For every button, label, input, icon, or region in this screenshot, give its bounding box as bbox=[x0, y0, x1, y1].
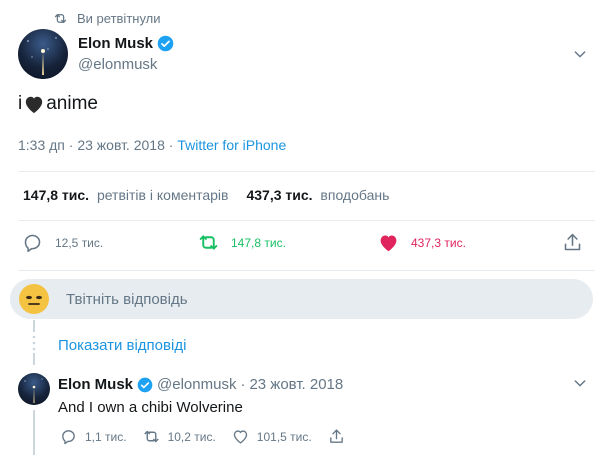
author-handle[interactable]: @elonmusk bbox=[78, 56, 174, 73]
tweet-stats: 147,8 тис. ретвітів і коментарів 437,3 т… bbox=[23, 187, 407, 203]
reply-share-button[interactable] bbox=[328, 428, 353, 445]
reply-date[interactable]: 23 жовт. 2018 bbox=[249, 376, 343, 393]
thread-dots-icon bbox=[32, 335, 36, 351]
author-name[interactable]: Elon Musk bbox=[78, 35, 153, 52]
chevron-down-icon[interactable] bbox=[572, 46, 588, 62]
verified-badge-icon bbox=[137, 377, 153, 392]
divider bbox=[18, 171, 595, 172]
tweet-text-before: i bbox=[18, 93, 23, 114]
author-name-row[interactable]: Elon Musk bbox=[78, 35, 174, 52]
retweet-icon bbox=[54, 14, 67, 23]
chevron-down-icon[interactable] bbox=[572, 375, 588, 391]
thread-line bbox=[33, 353, 35, 365]
reply-icon bbox=[24, 234, 41, 253]
tweet-text: i anime bbox=[18, 93, 98, 115]
user-avatar bbox=[19, 284, 49, 314]
show-replies-link[interactable]: Показати відповіді bbox=[58, 337, 186, 354]
reply-retweet-button[interactable]: 10,2 тис. bbox=[143, 428, 216, 445]
tweet-timestamp[interactable]: 1:33 дп · 23 жовт. 2018 bbox=[18, 137, 165, 153]
tweet-meta: 1:33 дп · 23 жовт. 2018 · Twitter for iP… bbox=[18, 137, 286, 153]
like-count: 437,3 тис. bbox=[411, 235, 466, 250]
reply-separator: · bbox=[240, 376, 246, 393]
reply-like-button[interactable]: 101,5 тис. bbox=[232, 428, 312, 445]
like-stats[interactable]: 437,3 тис. вподобань bbox=[246, 187, 389, 203]
like-button[interactable]: 437,3 тис. bbox=[378, 232, 466, 253]
reply-like-count: 101,5 тис. bbox=[256, 429, 312, 444]
heart-icon bbox=[380, 235, 397, 252]
share-icon bbox=[564, 233, 581, 251]
divider bbox=[18, 270, 595, 271]
reply-retweet-count: 10,2 тис. bbox=[167, 429, 216, 444]
share-icon bbox=[329, 429, 343, 443]
heart-outline-icon bbox=[233, 430, 247, 444]
reply-button[interactable]: 12,5 тис. bbox=[22, 232, 103, 253]
retweet-stat-value: 147,8 тис. bbox=[23, 187, 90, 203]
reply-action-bar: 1,1 тис. 10,2 тис. 101,5 тис. bbox=[60, 428, 369, 445]
tweet-action-bar: 12,5 тис. 147,8 тис. 437,3 тис. bbox=[22, 232, 587, 258]
reply-header: Elon Musk @elonmusk · 23 жовт. 2018 bbox=[58, 376, 343, 393]
retweet-stat-label: ретвітів і коментарів bbox=[96, 187, 229, 203]
retweet-icon bbox=[199, 235, 218, 250]
tweet-source-link[interactable]: Twitter for iPhone bbox=[177, 137, 286, 153]
reply-composer[interactable]: Твітніть відповідь bbox=[10, 279, 593, 319]
like-stat-label: вподобань bbox=[320, 187, 390, 203]
retweet-context: Ви ретвітнули bbox=[53, 11, 161, 26]
thread-line bbox=[33, 320, 35, 332]
retweet-button[interactable]: 147,8 тис. bbox=[198, 232, 286, 253]
tweet-author[interactable]: Elon Musk @elonmusk bbox=[78, 35, 174, 73]
divider bbox=[18, 220, 595, 221]
reply-reply-count: 1,1 тис. bbox=[85, 429, 127, 444]
reply-author-avatar[interactable] bbox=[18, 373, 50, 405]
verified-badge-icon bbox=[157, 35, 174, 52]
share-button[interactable] bbox=[562, 232, 595, 253]
thread-line bbox=[33, 410, 35, 455]
like-stat-value: 437,3 тис. bbox=[246, 187, 313, 203]
retweet-context-text: Ви ретвітнули bbox=[77, 11, 161, 26]
reply-author-handle[interactable]: @elonmusk bbox=[157, 376, 236, 393]
reply-text: And I own a chibi Wolverine bbox=[58, 399, 243, 416]
retweet-stats[interactable]: 147,8 тис. ретвітів і коментарів bbox=[23, 187, 228, 203]
tweet-text-after: anime bbox=[46, 93, 98, 114]
reply-composer-placeholder[interactable]: Твітніть відповідь bbox=[66, 291, 188, 308]
reply-author-name[interactable]: Elon Musk bbox=[58, 376, 133, 393]
reply-icon bbox=[62, 430, 75, 445]
author-avatar[interactable] bbox=[18, 29, 68, 79]
reply-count: 12,5 тис. bbox=[55, 235, 104, 250]
retweet-icon bbox=[143, 430, 159, 443]
black-heart-emoji-icon bbox=[26, 96, 43, 114]
reply-reply-button[interactable]: 1,1 тис. bbox=[60, 428, 127, 445]
retweet-count: 147,8 тис. bbox=[231, 235, 286, 250]
